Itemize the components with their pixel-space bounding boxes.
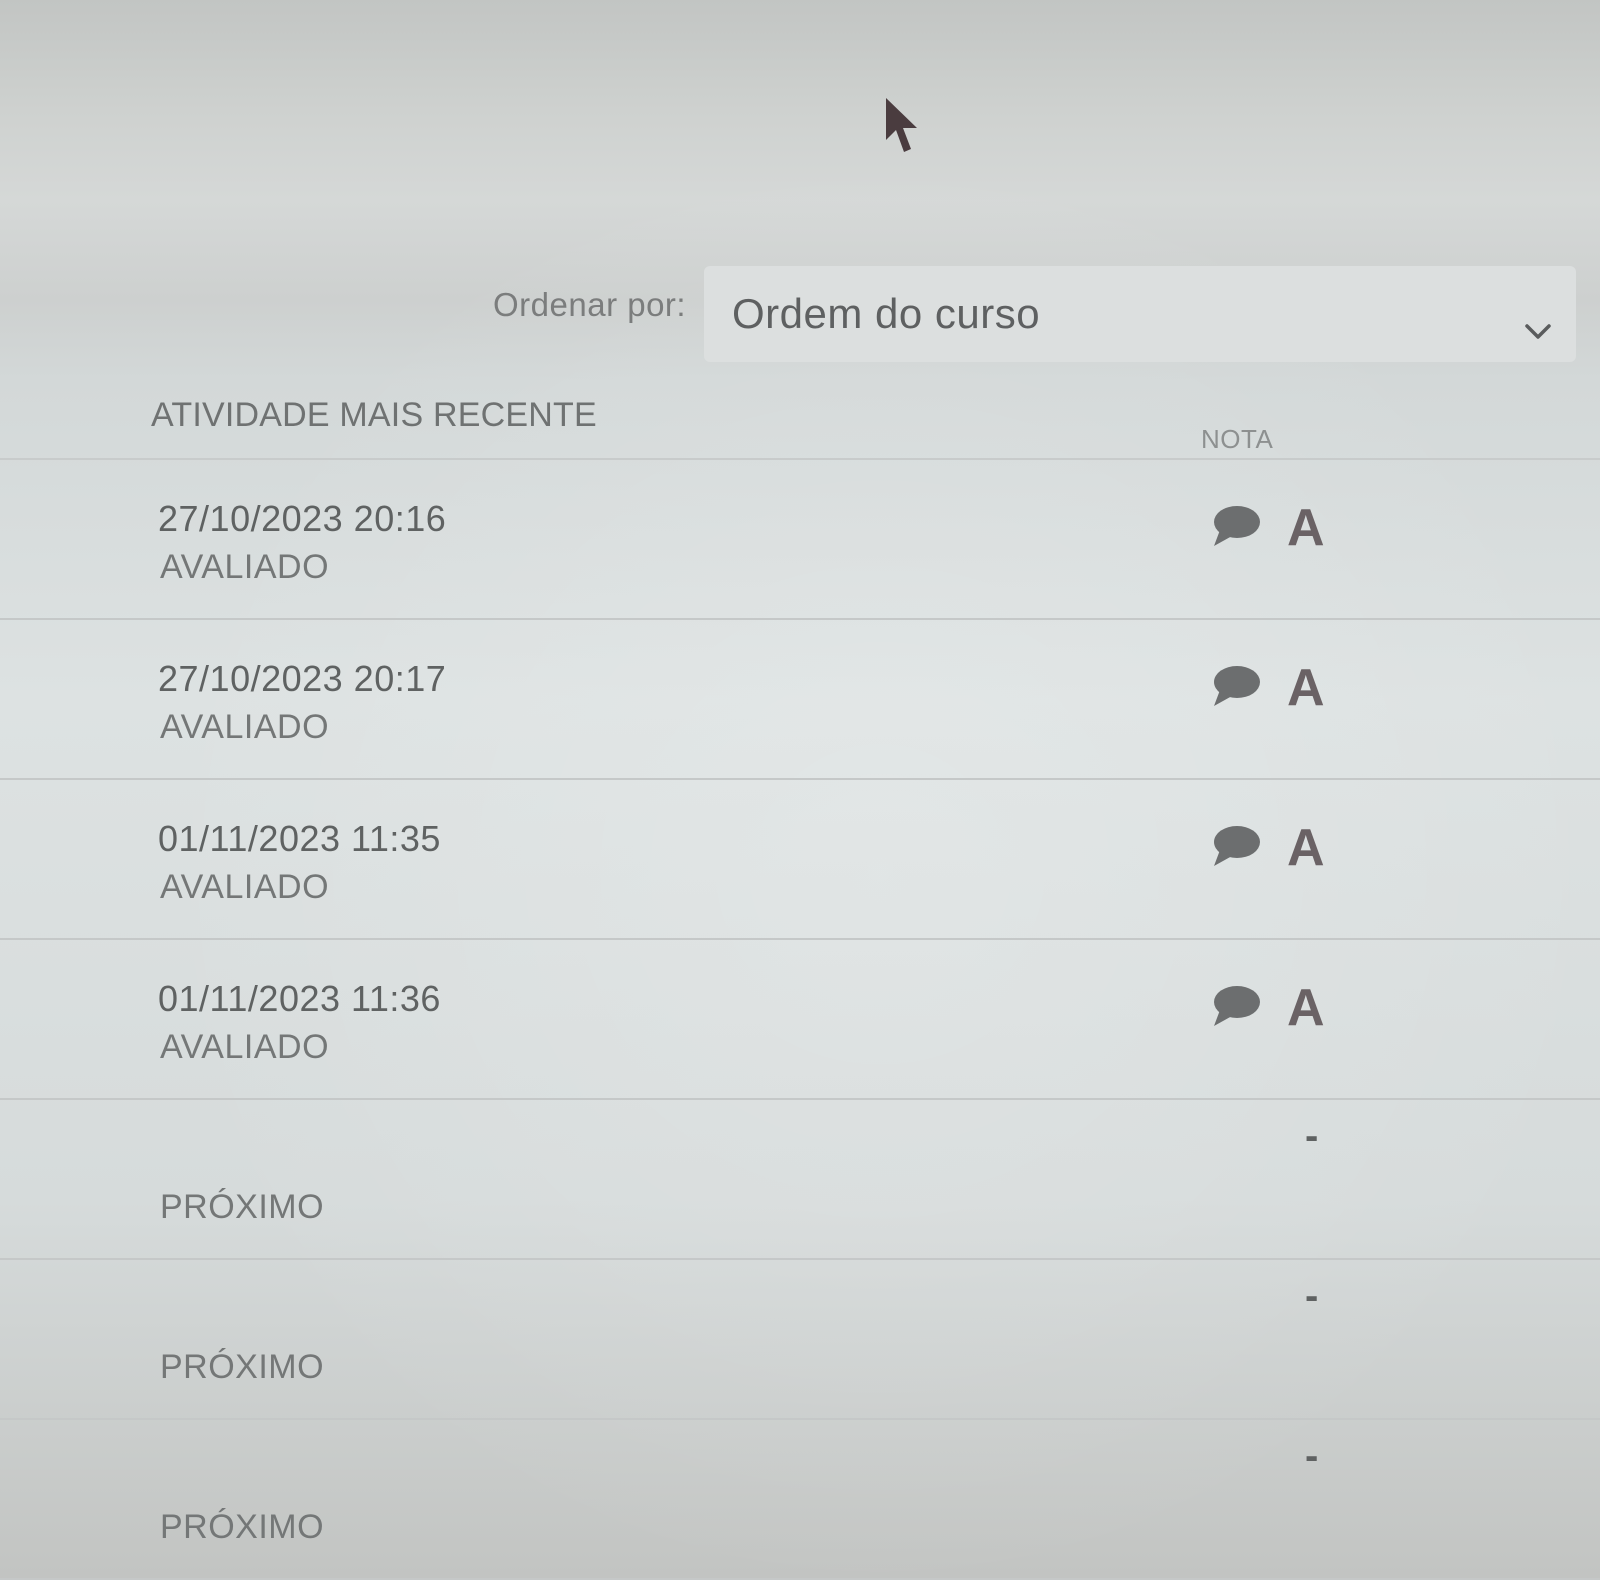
grades-table: ATIVIDADE MAIS RECENTE NOTA 27/10/2023 2… <box>0 380 1600 1580</box>
mouse-pointer-icon <box>886 98 917 152</box>
activity-status: AVALIADO <box>160 868 330 906</box>
column-header-grade: NOTA <box>1201 424 1274 454</box>
grade-value: - <box>1305 1434 1319 1478</box>
sort-bar: Ordenar por: Ordem do curso <box>0 262 1600 372</box>
grade-value: A <box>1287 819 1325 877</box>
table-row: PRÓXIMO - <box>0 1260 1600 1420</box>
sort-select[interactable]: Ordem do curso <box>704 266 1576 362</box>
table-row: 27/10/2023 20:16 AVALIADO A <box>0 460 1600 620</box>
activity-date: 01/11/2023 11:35 <box>158 818 441 859</box>
activity-date: 01/11/2023 11:36 <box>158 978 441 1019</box>
activity-status: PRÓXIMO <box>160 1348 325 1386</box>
table-row: 01/11/2023 11:35 AVALIADO A <box>0 780 1600 940</box>
grade-value: A <box>1287 499 1325 557</box>
table-row: PRÓXIMO - <box>0 1100 1600 1260</box>
column-header-activity: ATIVIDADE MAIS RECENTE <box>151 396 597 434</box>
comment-icon[interactable] <box>1210 984 1262 1030</box>
activity-status: AVALIADO <box>160 548 330 586</box>
table-header: ATIVIDADE MAIS RECENTE NOTA <box>0 380 1600 460</box>
activity-status: PRÓXIMO <box>160 1508 325 1546</box>
table-row: 01/11/2023 11:36 AVALIADO A <box>0 940 1600 1100</box>
activity-date: 27/10/2023 20:16 <box>158 498 447 539</box>
comment-icon[interactable] <box>1210 664 1262 710</box>
grade-value: - <box>1305 1274 1319 1318</box>
activity-date: 27/10/2023 20:17 <box>158 658 447 699</box>
sort-label: Ordenar por: <box>493 286 687 323</box>
table-row: PRÓXIMO - <box>0 1420 1600 1580</box>
grade-value: - <box>1305 1114 1319 1158</box>
activity-status: PRÓXIMO <box>160 1188 325 1226</box>
activity-status: AVALIADO <box>160 1028 330 1066</box>
comment-icon[interactable] <box>1210 504 1262 550</box>
table-body: 27/10/2023 20:16 AVALIADO A 27/10/2023 20:1… <box>0 460 1600 1580</box>
sort-select-value: Ordem do curso <box>732 290 1041 337</box>
comment-icon[interactable] <box>1210 824 1262 870</box>
grade-value: A <box>1287 979 1325 1037</box>
grade-value: A <box>1287 659 1325 717</box>
activity-status: AVALIADO <box>160 708 330 746</box>
table-row: 27/10/2023 20:17 AVALIADO A <box>0 620 1600 780</box>
chevron-down-icon <box>1525 324 1551 339</box>
